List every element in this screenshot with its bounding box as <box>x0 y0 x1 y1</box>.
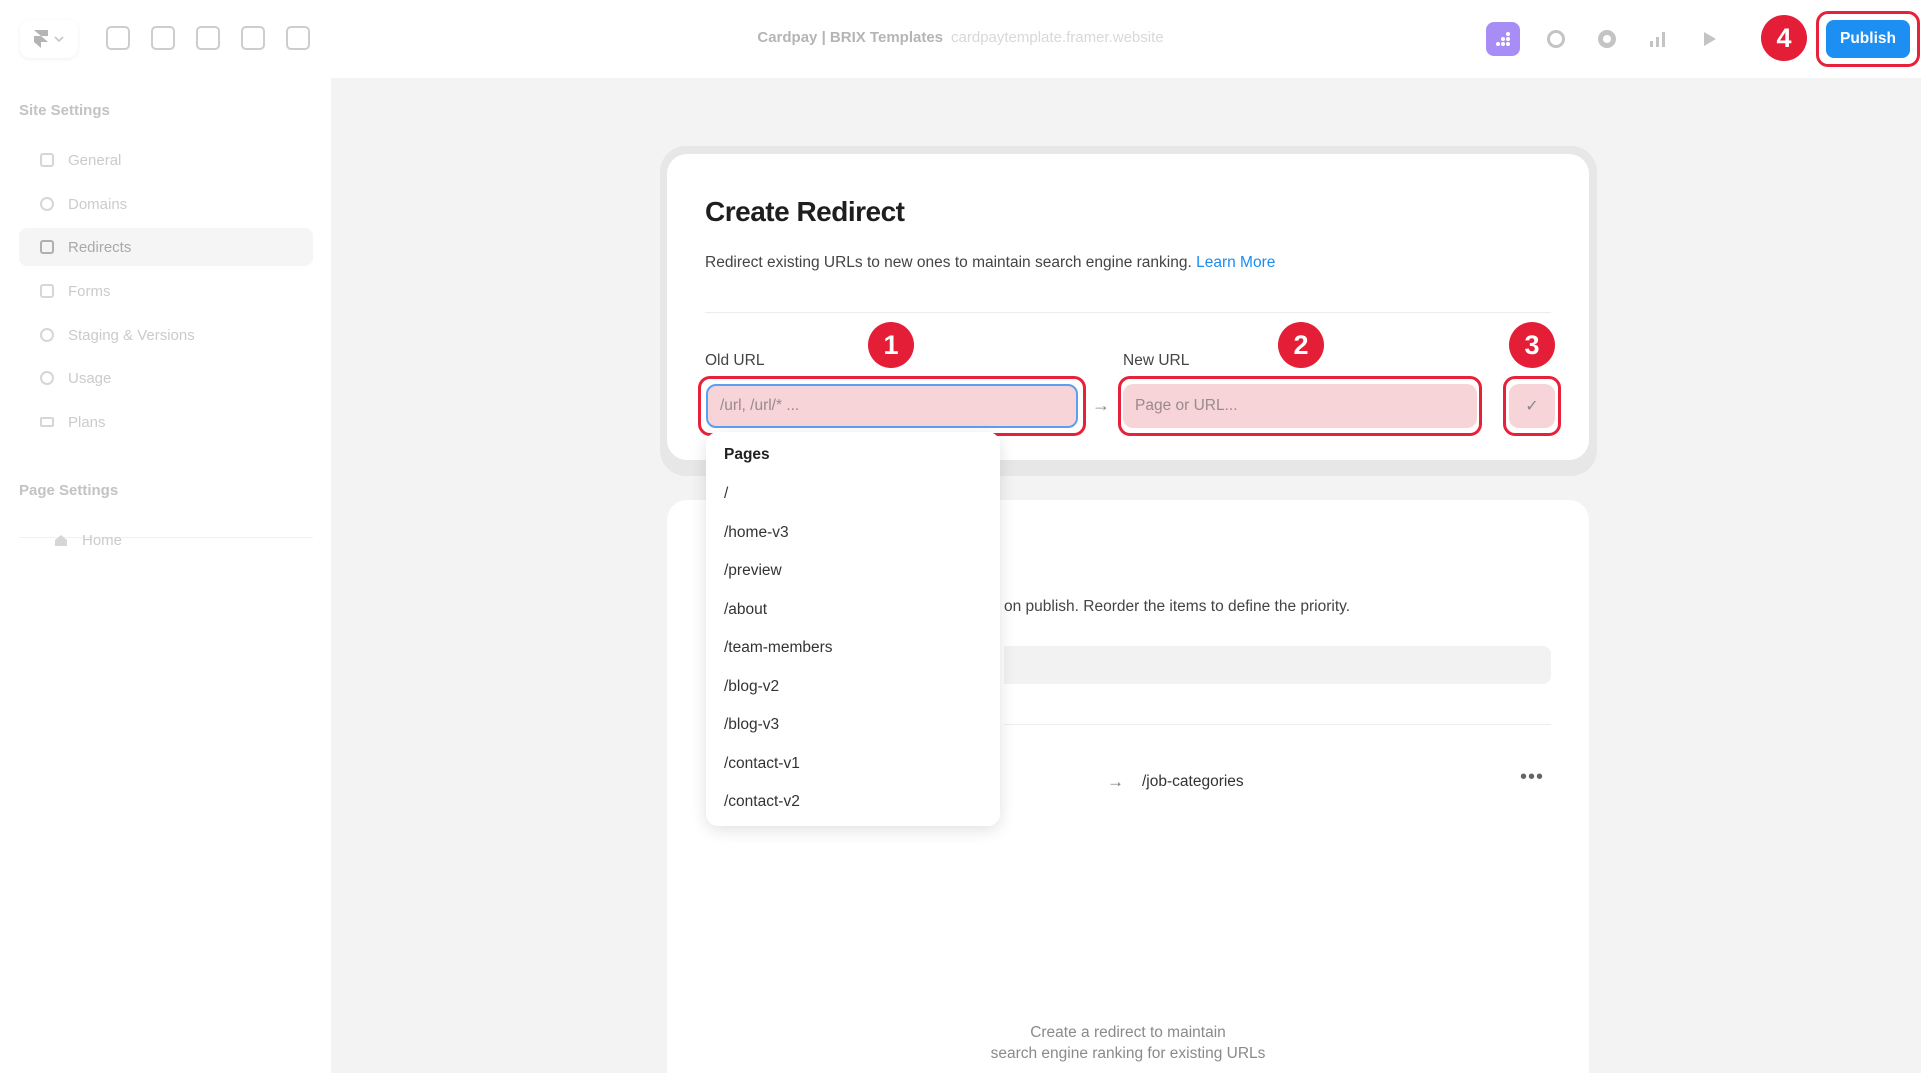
old-url-label: Old URL <box>705 352 765 369</box>
new-url-label: New URL <box>1123 352 1190 369</box>
confirm-redirect-button[interactable]: ✓ <box>1509 384 1555 428</box>
sidebar-item-general[interactable]: General <box>19 141 313 179</box>
dropdown-heading: Pages <box>724 446 770 463</box>
page-title: Create Redirect <box>705 196 905 227</box>
learn-more-link[interactable]: Learn More <box>1196 254 1275 271</box>
dropdown-option[interactable]: /blog-v2 <box>724 678 779 696</box>
sidebar-item-plans[interactable]: Plans <box>19 403 313 441</box>
arrow-right-icon: → <box>1092 395 1110 415</box>
old-url-input[interactable]: /url, /url/* ... <box>706 384 1078 428</box>
publish-button[interactable]: Publish <box>1826 20 1910 58</box>
sidebar-item-label: Forms <box>68 282 111 300</box>
pages-dropdown: Pages / /home-v3 /preview /about /team-m… <box>706 432 1000 826</box>
empty-state-line-1: Create a redirect to maintain <box>1030 1024 1226 1041</box>
settings-icon[interactable] <box>1590 22 1624 56</box>
sidebar-item-staging[interactable]: Staging & Versions <box>19 316 313 354</box>
empty-state-line-2: search engine ranking for existing URLs <box>990 1045 1266 1062</box>
sidebar-item-label: Redirects <box>68 238 132 256</box>
sidebar-item-domains[interactable]: Domains <box>19 185 313 223</box>
redirect-target: /job-categories <box>1142 773 1244 790</box>
settings-sidebar: Site Settings General Domains Redirects … <box>0 78 331 1073</box>
step-badge-1: 1 <box>868 322 914 368</box>
home-icon <box>55 535 67 546</box>
site-name: Cardpay | BRIX Templates <box>757 29 944 46</box>
dropdown-option[interactable]: /team-members <box>724 639 833 657</box>
dropdown-option[interactable]: /blog-v3 <box>724 716 779 734</box>
sidebar-item-label: Domains <box>68 195 128 213</box>
sidebar-item-label: Staging & Versions <box>68 326 195 344</box>
site-url: cardpaytemplate.framer.website <box>951 29 1164 46</box>
site-settings-icon[interactable] <box>1486 22 1520 56</box>
check-icon: ✓ <box>1525 398 1539 415</box>
sidebar-item-label: Usage <box>68 369 112 387</box>
divider <box>1004 724 1551 725</box>
sidebar-item-usage[interactable]: Usage <box>19 359 313 397</box>
create-redirect-card: Create Redirect Redirect existing URLs t… <box>667 154 1589 460</box>
description-text: Redirect existing URLs to new ones to ma… <box>705 254 1192 271</box>
globe-icon[interactable] <box>1539 22 1573 56</box>
sidebar-page-home[interactable]: Home <box>33 521 313 559</box>
play-icon[interactable] <box>1693 22 1727 56</box>
dropdown-option[interactable]: /contact-v1 <box>724 755 800 773</box>
divider <box>705 312 1551 313</box>
usage-icon <box>40 371 54 385</box>
arrow-right-icon: → <box>1107 772 1124 791</box>
more-options-icon[interactable]: ••• <box>1520 766 1544 789</box>
site-settings-heading: Site Settings <box>19 102 110 119</box>
sidebar-item-label: Plans <box>68 413 106 431</box>
dropdown-option[interactable]: / <box>724 485 728 503</box>
dropdown-option[interactable]: /contact-v2 <box>724 793 800 811</box>
card-description: Redirect existing URLs to new ones to ma… <box>705 254 1275 272</box>
sidebar-item-forms[interactable]: Forms <box>19 272 313 310</box>
dropdown-option[interactable]: /about <box>724 601 767 619</box>
step-badge-3: 3 <box>1509 322 1555 368</box>
top-toolbar: Cardpay | BRIX Templates cardpaytemplate.… <box>0 0 1921 78</box>
sidebar-item-label: Home <box>82 531 123 549</box>
dropdown-option[interactable]: /home-v3 <box>724 524 789 542</box>
forms-icon <box>40 284 54 298</box>
list-header-bar <box>1004 646 1551 684</box>
domains-icon <box>40 197 54 211</box>
redirects-icon <box>40 240 54 254</box>
sidebar-item-label: General <box>68 151 122 169</box>
step-badge-4: 4 <box>1761 15 1807 61</box>
staging-icon <box>40 328 54 342</box>
new-url-input[interactable]: Page or URL... <box>1123 384 1477 428</box>
step-badge-2: 2 <box>1278 322 1324 368</box>
page-settings-heading: Page Settings <box>19 482 119 499</box>
grid-dots-icon <box>1496 32 1510 46</box>
dropdown-option[interactable]: /preview <box>724 562 782 580</box>
plans-icon <box>40 417 54 427</box>
list-description: on publish. Reorder the items to define … <box>1004 598 1351 615</box>
sidebar-item-redirects[interactable]: Redirects <box>19 228 313 266</box>
analytics-icon[interactable] <box>1641 22 1675 56</box>
project-title: Cardpay | BRIX Templates cardpaytemplate.… <box>0 29 1921 46</box>
general-icon <box>40 153 54 167</box>
